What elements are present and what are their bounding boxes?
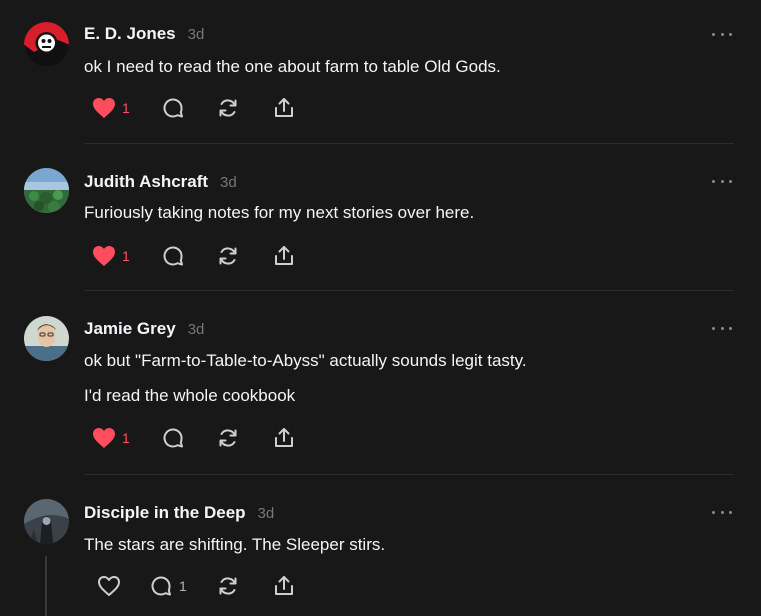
heart-outline-icon	[97, 575, 121, 597]
more-icon[interactable]	[712, 176, 732, 186]
divider	[84, 474, 734, 475]
avatar[interactable]	[24, 168, 69, 213]
comment-icon	[161, 96, 185, 120]
heart-icon	[92, 245, 116, 267]
repost-button[interactable]	[216, 95, 240, 121]
repost-icon	[216, 574, 240, 598]
divider	[84, 290, 734, 291]
reply-button[interactable]	[161, 243, 185, 269]
post-time: 3d	[257, 505, 275, 522]
post-text: Furiously taking notes for my next stori…	[84, 203, 475, 222]
repost-icon	[216, 244, 240, 268]
repost-icon	[216, 426, 240, 450]
heart-icon	[92, 427, 116, 449]
post-header: Disciple in the Deep 3d	[84, 503, 274, 533]
share-icon	[272, 426, 296, 450]
avatar[interactable]	[24, 22, 69, 67]
share-button[interactable]	[272, 573, 296, 599]
post-text: I'd read the whole cookbook	[84, 386, 296, 405]
comment-icon	[149, 574, 173, 598]
like-count: 1	[122, 248, 130, 264]
like-count: 1	[122, 100, 130, 116]
reply-button[interactable]	[161, 95, 185, 121]
share-button[interactable]	[272, 425, 296, 451]
share-button[interactable]	[272, 95, 296, 121]
author-name[interactable]: Disciple in the Deep	[84, 503, 246, 523]
author-name[interactable]: E. D. Jones	[84, 24, 176, 44]
like-button[interactable]: 1	[92, 243, 130, 269]
post-time: 3d	[187, 321, 205, 338]
post-header: E. D. Jones 3d	[84, 24, 204, 54]
more-icon[interactable]	[712, 323, 732, 333]
post-text: The stars are shifting. The Sleeper stir…	[84, 535, 386, 554]
comment-icon	[161, 244, 185, 268]
share-icon	[272, 96, 296, 120]
reply-button[interactable]	[161, 425, 185, 451]
more-icon[interactable]	[712, 29, 732, 39]
post-time: 3d	[220, 174, 237, 191]
like-button[interactable]: 1	[92, 95, 130, 121]
author-name[interactable]: Judith Ashcraft	[84, 172, 208, 192]
repost-icon	[216, 96, 240, 120]
post-text: ok I need to read the one about farm to …	[84, 57, 501, 76]
reply-count: 1	[179, 578, 187, 594]
post-header: Judith Ashcraft 3d	[84, 172, 237, 202]
repost-button[interactable]	[216, 573, 240, 599]
avatar[interactable]	[24, 499, 69, 544]
post-time: 3d	[187, 26, 205, 43]
like-button[interactable]: 1	[92, 425, 130, 451]
like-button[interactable]	[97, 573, 121, 599]
reply-button[interactable]: 1	[149, 573, 187, 599]
author-name[interactable]: Jamie Grey	[84, 319, 176, 339]
post-header: Jamie Grey 3d	[84, 319, 204, 349]
avatar[interactable]	[24, 316, 69, 361]
like-count: 1	[122, 430, 130, 446]
share-button[interactable]	[272, 243, 296, 269]
repost-button[interactable]	[216, 425, 240, 451]
heart-icon	[92, 97, 116, 119]
share-icon	[272, 244, 296, 268]
thread-line	[45, 556, 47, 616]
comment-icon	[161, 426, 185, 450]
repost-button[interactable]	[216, 243, 240, 269]
divider	[84, 143, 734, 144]
more-icon[interactable]	[712, 507, 732, 517]
post-text: ok but "Farm-to-Table-to-Abyss" actually…	[84, 351, 527, 370]
share-icon	[272, 574, 296, 598]
